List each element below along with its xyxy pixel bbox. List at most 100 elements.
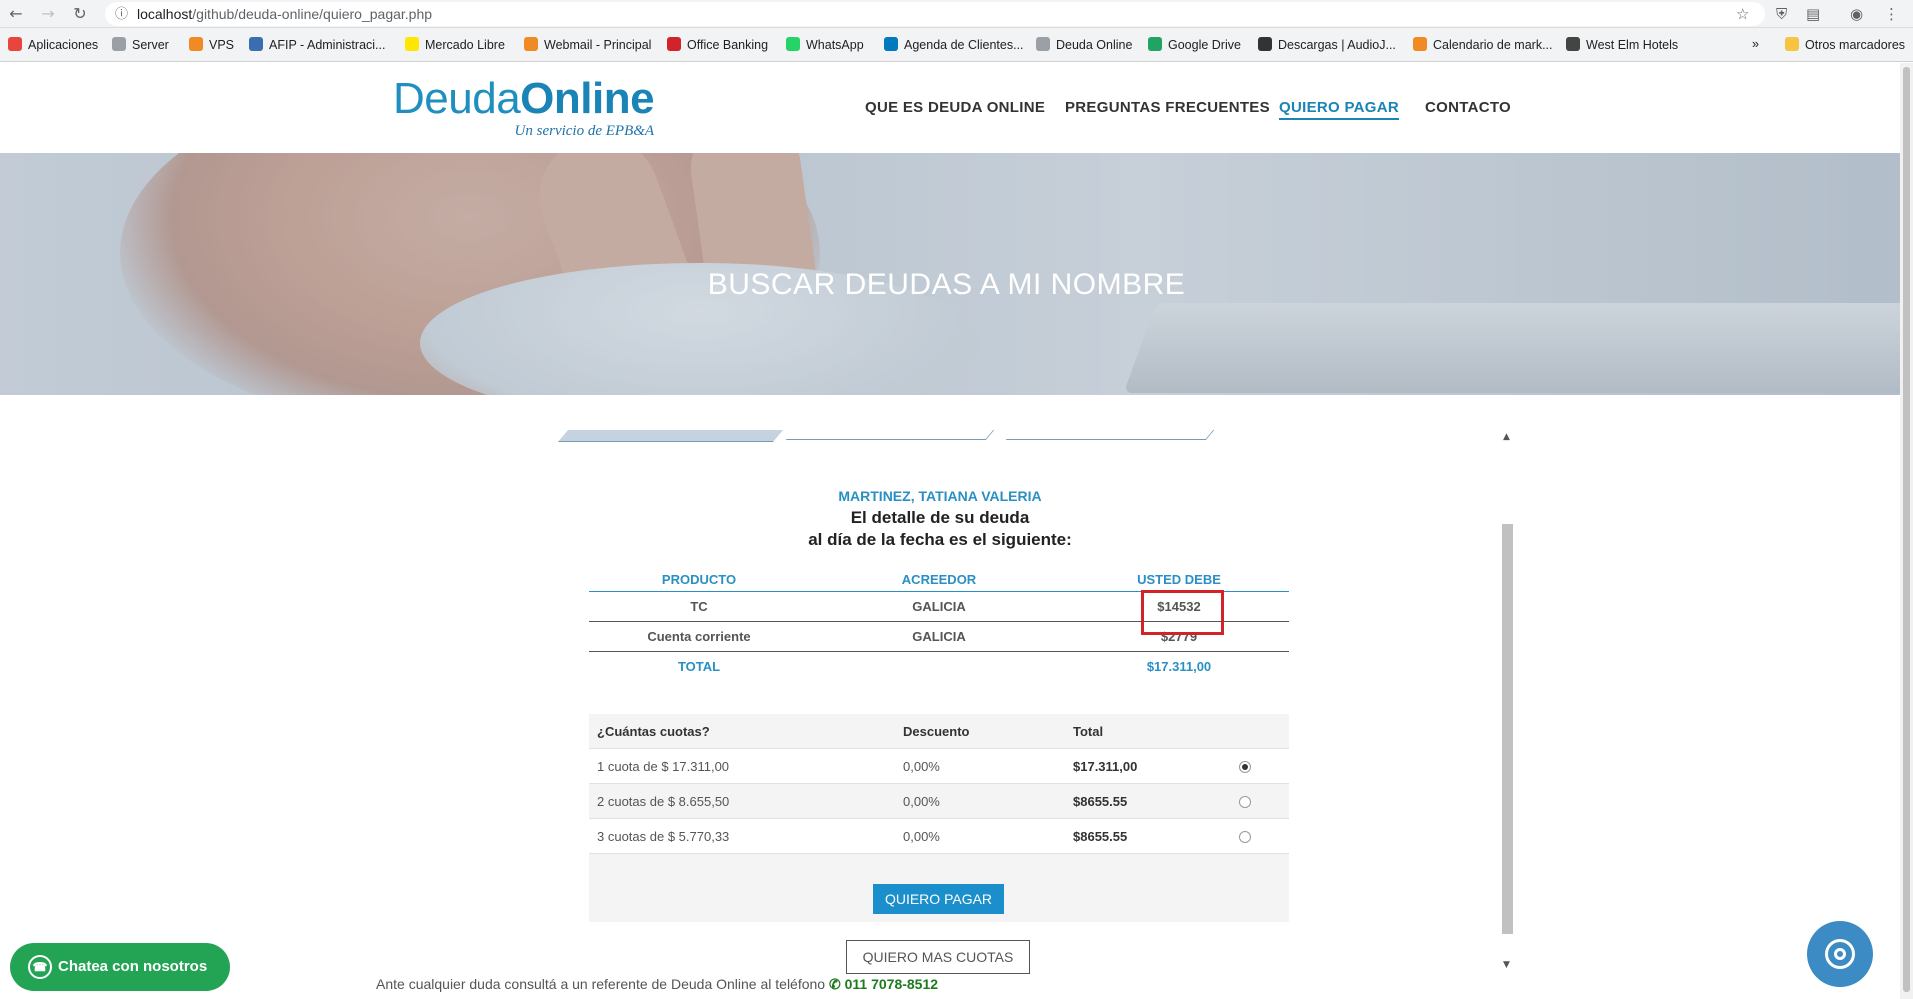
whatsapp-chat-button[interactable]: ☎ Chatea con nosotros: [10, 943, 230, 991]
extension-code-icon[interactable]: ▤: [1806, 4, 1820, 24]
plan-cuotas: 3 cuotas de $ 5.770,33: [597, 829, 730, 844]
step-1-indicator: [557, 430, 784, 442]
bookmark-item[interactable]: AFIP - Administraci...: [249, 37, 385, 52]
plan-radio-2[interactable]: [1239, 796, 1251, 808]
browser-toolbar: ← → ↻ ⓘ localhost/github/deuda-online/qu…: [0, 0, 1913, 28]
plan-row-2[interactable]: 2 cuotas de $ 8.655,50 0,00% $8655.55: [589, 784, 1289, 819]
plan-descuento: 0,00%: [903, 794, 940, 809]
debt-detail-line1: El detalle de su deuda: [850, 508, 1030, 527]
total-label: TOTAL: [677, 659, 721, 674]
bookmark-label: WhatsApp: [806, 38, 864, 52]
bookmark-item[interactable]: Webmail - Principal: [524, 37, 651, 52]
bookmark-label: AFIP - Administraci...: [269, 38, 386, 52]
page-scrollbar-thumb[interactable]: [1903, 67, 1910, 992]
panel-scrollbar-thumb[interactable]: [1502, 524, 1513, 934]
bookmark-label: Descargas | AudioJ...: [1278, 38, 1396, 52]
bookmark-item[interactable]: Office Banking: [667, 37, 768, 52]
menu-dots-icon[interactable]: ⋮: [1884, 4, 1899, 24]
total-value: $17.311,00: [1146, 659, 1212, 674]
col-total: Total: [1073, 724, 1104, 739]
bookmark-item[interactable]: Descargas | AudioJ...: [1258, 37, 1396, 52]
plan-total: $8655.55: [1073, 794, 1128, 809]
bookmark-label: Deuda Online: [1056, 38, 1133, 52]
cell-acreedor: GALICIA: [912, 629, 966, 644]
url-path: /github/deuda-online/quiero_pagar.php: [192, 6, 433, 22]
plan-radio-1[interactable]: [1239, 761, 1251, 773]
step-2-indicator: [785, 430, 995, 440]
profile-avatar-icon[interactable]: ◉: [1850, 4, 1863, 24]
chat-fab-button[interactable]: [1807, 921, 1873, 987]
scroll-up-icon[interactable]: ▲: [1503, 432, 1510, 442]
other-bookmarks-label: Otros marcadores: [1805, 38, 1906, 52]
bookmark-item[interactable]: Deuda Online: [1036, 37, 1132, 52]
quiero-pagar-button[interactable]: QUIERO PAGAR: [873, 884, 1004, 914]
help-phone[interactable]: 011 7078-8512: [845, 976, 938, 992]
bookmark-item[interactable]: Google Drive: [1148, 37, 1241, 52]
bookmark-favicon-icon: [249, 37, 263, 51]
nav-preguntas[interactable]: PREGUNTAS FRECUENTES: [1065, 99, 1270, 116]
col-acreedor: ACREEDOR: [901, 572, 977, 587]
debt-table-header: PRODUCTO ACREEDOR USTED DEBE: [589, 567, 1289, 592]
plan-descuento: 0,00%: [903, 829, 940, 844]
page-scrollbar[interactable]: [1900, 63, 1913, 999]
bookmark-label: Server: [132, 38, 169, 52]
bookmarks-overflow-icon[interactable]: »: [1752, 37, 1759, 51]
plan-total: $17.311,00: [1073, 759, 1138, 774]
bookmark-label: Mercado Libre: [425, 38, 505, 52]
step-3-indicator: [1005, 430, 1215, 440]
bookmark-item[interactable]: WhatsApp: [786, 37, 864, 52]
bookmarks-bar: Aplicaciones Server VPS AFIP - Administraci…: [0, 28, 1913, 62]
col-cuotas: ¿Cuántas cuotas?: [597, 724, 710, 739]
bookmark-item[interactable]: Calendario de mark...: [1413, 37, 1553, 52]
bookmark-favicon-icon: [667, 37, 681, 51]
bookmark-star-icon[interactable]: ☆: [1736, 4, 1749, 24]
bookmark-label: Aplicaciones: [28, 38, 99, 52]
forward-icon[interactable]: →: [38, 4, 58, 24]
plan-row-3[interactable]: 3 cuotas de $ 5.770,33 0,00% $8655.55: [589, 819, 1289, 854]
bookmark-item[interactable]: West Elm Hotels: [1566, 37, 1678, 52]
bookmark-item[interactable]: VPS: [189, 37, 234, 52]
cell-acreedor: GALICIA: [912, 599, 966, 614]
bookmark-label: Agenda de Clientes...: [904, 38, 1024, 52]
bookmark-item[interactable]: Aplicaciones: [8, 37, 98, 52]
bookmark-label: VPS: [209, 38, 235, 52]
nav-quiero-pagar[interactable]: QUIERO PAGAR: [1279, 99, 1399, 120]
back-icon[interactable]: ←: [6, 4, 26, 24]
info-icon[interactable]: ⓘ: [115, 2, 128, 26]
quiero-mas-cuotas-button[interactable]: QUIERO MAS CUOTAS: [846, 940, 1030, 974]
bookmark-favicon-icon: [884, 37, 898, 51]
bookmark-favicon-icon: [1148, 37, 1162, 51]
whatsapp-label: Chatea con nosotros: [58, 958, 208, 975]
bookmark-item[interactable]: Agenda de Clientes...: [884, 37, 1024, 52]
plan-row-1[interactable]: 1 cuota de $ 17.311,00 0,00% $17.311,00: [589, 749, 1289, 784]
bookmark-favicon-icon: [1413, 37, 1427, 51]
panel-scrollbar[interactable]: ▲ ▼: [1500, 432, 1515, 972]
bookmark-item[interactable]: Server: [112, 37, 169, 52]
scroll-down-icon[interactable]: ▼: [1503, 960, 1510, 970]
nav-que-es[interactable]: QUE ES DEUDA ONLINE: [865, 99, 1045, 116]
folder-icon: [1785, 37, 1799, 51]
nav-contacto[interactable]: CONTACTO: [1425, 99, 1511, 116]
plan-radio-3[interactable]: [1239, 831, 1251, 843]
extension-shield-icon[interactable]: ⛨: [1776, 4, 1787, 24]
other-bookmarks[interactable]: Otros marcadores: [1785, 37, 1905, 52]
chat-icon-dot: [1834, 948, 1846, 960]
bookmark-favicon-icon: [1258, 37, 1272, 51]
plan-cuotas: 2 cuotas de $ 8.655,50: [597, 794, 730, 809]
col-descuento: Descuento: [903, 724, 970, 739]
plan-header: ¿Cuántas cuotas? Descuento Total: [589, 714, 1289, 749]
bookmark-item[interactable]: Mercado Libre: [405, 37, 505, 52]
cell-producto: TC: [690, 599, 708, 614]
logo-tagline: Un servicio de EPB&A: [514, 123, 655, 139]
bookmark-favicon-icon: [8, 37, 22, 51]
deuda-online-logo[interactable]: DeudaOnline Un servicio de EPB&A: [393, 77, 655, 140]
col-producto: PRODUCTO: [661, 572, 737, 587]
plan-cuotas: 1 cuota de $ 17.311,00: [597, 759, 730, 774]
hero-title: BUSCAR DEUDAS A MI NOMBRE: [707, 268, 1186, 301]
bookmark-favicon-icon: [524, 37, 538, 51]
reload-icon[interactable]: ↻: [70, 4, 90, 24]
bookmark-label: Google Drive: [1168, 38, 1241, 52]
address-bar[interactable]: ⓘ localhost/github/deuda-online/quiero_p…: [105, 2, 1765, 26]
bookmark-label: Calendario de mark...: [1433, 38, 1553, 52]
help-text: Ante cualquier duda consultá a un refere…: [376, 976, 826, 992]
